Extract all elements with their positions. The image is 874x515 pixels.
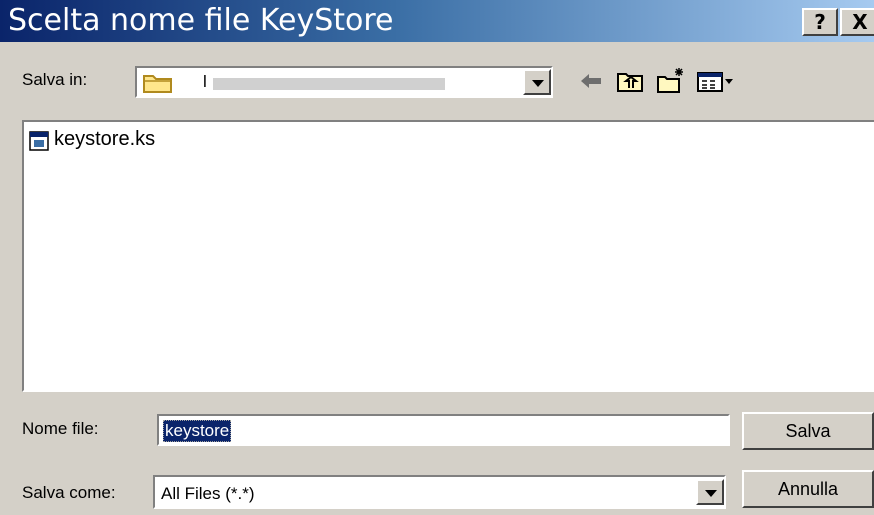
savetype-value: All Files (*.*) xyxy=(161,484,255,503)
savetype-combobox[interactable]: All Files (*.*) xyxy=(153,475,726,509)
save-in-label: Salva in: xyxy=(22,70,88,89)
up-folder-icon xyxy=(617,73,643,92)
file-list[interactable]: keystore.ks xyxy=(22,120,874,392)
file-name: keystore.ks xyxy=(54,128,156,150)
redacted-path xyxy=(213,78,445,90)
filename-label: Nome file: xyxy=(22,419,99,438)
view-menu-button[interactable] xyxy=(695,66,737,96)
close-button[interactable]: X xyxy=(840,8,874,36)
filename-value: keystore xyxy=(163,420,232,442)
savetype-dropdown-button[interactable] xyxy=(696,479,724,505)
back-button[interactable] xyxy=(577,66,609,96)
new-folder-button[interactable] xyxy=(655,66,687,96)
cancel-button[interactable]: Annulla xyxy=(742,470,874,508)
savetype-label: Salva come: xyxy=(22,483,116,502)
location-dropdown-button[interactable] xyxy=(523,69,551,95)
keystore-file-icon xyxy=(29,131,49,151)
up-folder-button[interactable] xyxy=(615,66,647,96)
view-menu-icon xyxy=(697,72,733,92)
filename-input[interactable]: keystore xyxy=(157,414,730,446)
folder-icon xyxy=(143,75,172,93)
help-button[interactable]: ? xyxy=(802,8,838,36)
back-arrow-icon xyxy=(581,74,601,88)
location-combobox[interactable]: l xyxy=(135,66,553,98)
new-folder-icon xyxy=(657,68,683,93)
window-title: Scelta nome file KeyStore xyxy=(8,3,394,38)
location-value: l xyxy=(203,72,207,91)
save-button[interactable]: Salva xyxy=(742,412,874,450)
